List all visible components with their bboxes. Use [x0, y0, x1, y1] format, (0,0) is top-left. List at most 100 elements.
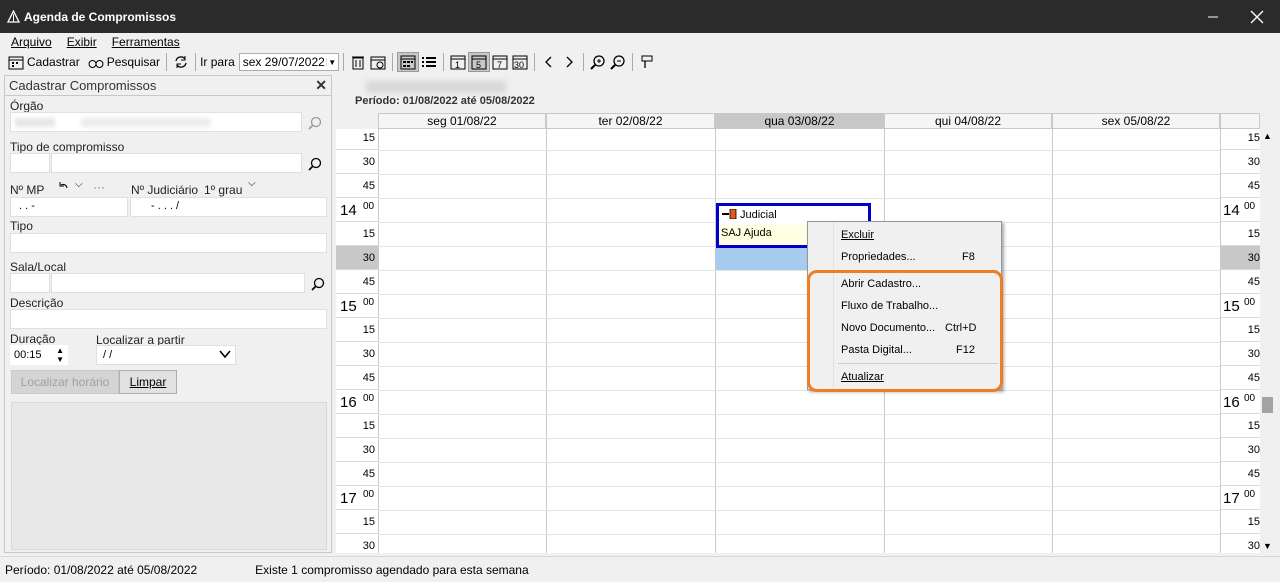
day-header-tue[interactable]: ter 02/08/22 [546, 113, 715, 129]
cadastrar-button[interactable]: Cadastrar [6, 52, 82, 72]
njudiciario-field[interactable]: - . . . / [130, 197, 327, 217]
trash-button[interactable] [348, 52, 368, 72]
minute-label: 15 [1247, 420, 1260, 432]
nmp-dropdown-icon[interactable]: ⌵ [75, 179, 83, 190]
more-icon[interactable]: ··· [93, 180, 105, 194]
time-slot-label: 30 [1221, 150, 1260, 174]
time-slot-label: 30 [336, 438, 378, 462]
day-view-button[interactable]: 1 [448, 52, 468, 72]
day-header-thu[interactable]: qui 04/08/22 [884, 113, 1052, 129]
orgao-field[interactable] [10, 112, 302, 132]
refresh-icon [173, 54, 189, 70]
calendar-dropdown-icon[interactable] [218, 347, 232, 364]
orgao-search-icon[interactable] [307, 115, 323, 131]
menu-bar: Arquivo Exibir Ferramentas [0, 33, 1280, 51]
time-slot-label: 45 [336, 366, 378, 390]
previous-button[interactable] [539, 52, 559, 72]
minute-label: 30 [362, 348, 375, 360]
date-select[interactable]: sex 29/07/2022 ▼ [238, 53, 339, 71]
minute-label: 30 [1247, 156, 1260, 168]
menu-excluir[interactable]: Excluir [841, 229, 874, 241]
zoom-out-button[interactable] [608, 52, 628, 72]
scroll-down-icon[interactable]: ▼ [1263, 541, 1272, 551]
minute-label: 00 [363, 297, 375, 308]
localizar-horario-button[interactable]: Localizar horário [11, 370, 119, 394]
nmp-field[interactable]: . . - [10, 197, 128, 217]
pesquisar-button[interactable]: Pesquisar [86, 52, 162, 72]
duracao-stepper-icon[interactable]: ▲ ▼ [56, 346, 64, 364]
time-slot-label: 15 [1221, 414, 1260, 438]
close-icon[interactable] [1234, 0, 1280, 33]
localizar-date-field[interactable]: / / [96, 345, 236, 365]
minute-label: 45 [1247, 468, 1260, 480]
menu-ferramentas[interactable]: Ferramentas [112, 35, 180, 49]
tipo-field[interactable] [10, 233, 327, 253]
zoom-out-icon [610, 54, 626, 70]
minimize-icon[interactable] [1190, 0, 1236, 33]
time-slot-label: 45 [1221, 270, 1260, 294]
month-30-view-button[interactable]: 30 [510, 52, 530, 72]
toolbar: Cadastrar Pesquisar Ir para sex 29/07/20… [0, 51, 1280, 73]
time-slot-label: 15 [1221, 318, 1260, 342]
minute-label: 45 [362, 372, 375, 384]
minute-label: 45 [362, 468, 375, 480]
close-panel-icon[interactable]: ✕ [315, 77, 327, 94]
shortcut-f8: F8 [962, 251, 975, 263]
day-header-fri[interactable]: sex 05/08/22 [1052, 113, 1220, 129]
time-slot-label: 15 [336, 414, 378, 438]
list-icon [421, 54, 437, 70]
scroll-thumb[interactable] [1262, 397, 1273, 413]
day-column[interactable] [1052, 129, 1220, 553]
time-slot-label: 16 00 [1221, 390, 1260, 414]
list-view-button[interactable] [419, 52, 439, 72]
tipo-compromisso-search-icon[interactable] [307, 156, 323, 172]
sala-search-icon[interactable] [310, 276, 326, 292]
menu-propriedades[interactable]: Propriedades... [841, 251, 916, 263]
time-slot-label: 30 [336, 342, 378, 366]
day-column[interactable] [546, 129, 715, 553]
month-view-button[interactable] [396, 52, 419, 72]
duracao-field[interactable]: 00:15 ▲ ▼ [10, 345, 68, 365]
tipo-compromisso-code-field[interactable] [10, 153, 50, 173]
zoom-in-button[interactable] [588, 52, 608, 72]
sala-field[interactable] [51, 273, 305, 293]
minute-label: 45 [362, 276, 375, 288]
day-header-wed[interactable]: qua 03/08/22 [715, 113, 884, 129]
time-slot-label: 45 [336, 174, 378, 198]
day-column[interactable] [378, 129, 546, 553]
time-slot-label: 45 [1221, 462, 1260, 486]
svg-text:7: 7 [497, 60, 502, 70]
chevron-down-icon: ▼ [325, 57, 338, 67]
week-view-button[interactable]: 7 [490, 52, 510, 72]
refresh-button[interactable] [171, 52, 191, 72]
filter-button[interactable] [637, 52, 657, 72]
blurred-header [366, 81, 506, 93]
tipo-compromisso-field[interactable] [51, 153, 302, 173]
minute-label: 30 [362, 444, 375, 456]
status-bar: Período: 01/08/2022 até 05/08/2022 Exist… [0, 556, 1280, 582]
menu-arquivo[interactable]: Arquivo [11, 35, 52, 49]
scroll-up-icon[interactable]: ▲ [1263, 131, 1272, 141]
cadastro-panel: Cadastrar Compromissos ✕ Órgão Tipo de c… [4, 75, 332, 553]
sala-code-field[interactable] [10, 273, 50, 293]
vertical-scrollbar[interactable]: ▲ ▼ [1260, 129, 1276, 553]
binoculars-icon [88, 54, 104, 70]
time-slot-label: 30 [336, 150, 378, 174]
workweek-view-button[interactable]: 5 [467, 52, 490, 72]
next-button[interactable] [559, 52, 579, 72]
calendar-clock-button[interactable] [368, 52, 388, 72]
minute-label: 30 [1247, 348, 1260, 360]
limpar-button[interactable]: Limpar [119, 370, 177, 394]
tipo-compromisso-label: Tipo de compromisso [10, 140, 125, 154]
descricao-field[interactable] [10, 309, 327, 329]
zoom-in-icon [590, 54, 606, 70]
chevron-right-icon [561, 54, 577, 70]
calendar-period: Período: 01/08/2022 até 05/08/2022 [355, 95, 535, 107]
day-header-mon[interactable]: seg 01/08/22 [378, 113, 546, 129]
grau-dropdown-icon[interactable]: ⌵ [248, 178, 256, 189]
minute-label: 00 [1244, 201, 1256, 212]
minute-label: 45 [362, 180, 375, 192]
day-grid[interactable]: 15 30 45 14 00 15 30 45 15 00 15 30 45 16 00 15 30 45 17 00… [336, 129, 1220, 553]
menu-exibir[interactable]: Exibir [67, 35, 97, 49]
undo-icon[interactable] [58, 180, 70, 195]
